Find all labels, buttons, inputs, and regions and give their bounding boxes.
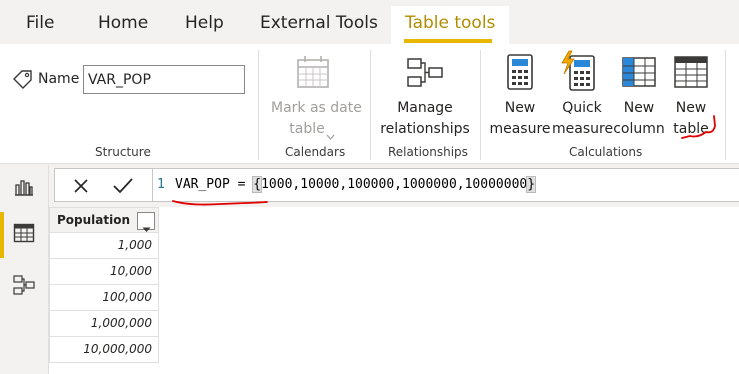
table-row[interactable]: 10,000 xyxy=(49,259,159,285)
tab-table-tools[interactable]: Table tools xyxy=(405,13,495,33)
ribbon-separator xyxy=(725,50,726,160)
quick-measure-icon xyxy=(560,50,596,96)
active-tab-underline xyxy=(404,39,492,43)
formula-table-name: VAR_POP xyxy=(175,177,230,192)
tab-file[interactable]: File xyxy=(26,13,54,33)
quick-measure-button[interactable]: Quick measure xyxy=(552,50,614,142)
calendar-icon xyxy=(295,54,331,94)
table-cell: 100,000 xyxy=(102,290,152,304)
ribbon: Name Structure Mark as date table Calend… xyxy=(0,44,739,164)
column-icon xyxy=(621,56,657,92)
mark-date-label-line1: Mark as date xyxy=(271,100,362,116)
column-header-label: Population xyxy=(57,213,131,227)
manage-relationships-label-line2: relationships xyxy=(380,121,470,137)
name-label: Name xyxy=(38,71,80,87)
table-cell: 10,000 xyxy=(110,264,152,278)
ribbon-separator xyxy=(370,50,371,160)
group-label-calendars: Calendars xyxy=(285,145,346,159)
formula-editor[interactable]: 1 VAR_POP = {1000,10000,100000,1000000,1… xyxy=(153,168,739,206)
check-icon[interactable] xyxy=(112,177,134,199)
formula-bar: 1 VAR_POP = {1000,10000,100000,1000000,1… xyxy=(49,165,739,207)
new-measure-label-line2: measure xyxy=(489,121,551,137)
table-row[interactable]: 1,000,000 xyxy=(49,311,159,337)
relationships-icon xyxy=(406,56,444,94)
new-column-label-line2: column xyxy=(613,121,665,137)
view-switcher xyxy=(0,165,49,374)
manage-relationships-button[interactable]: Manage relationships xyxy=(376,50,474,142)
group-label-calculations: Calculations xyxy=(569,145,643,159)
formula-commit-buttons xyxy=(54,168,153,202)
table-cell: 1,000 xyxy=(117,238,152,252)
table-name-input[interactable] xyxy=(83,65,245,94)
new-measure-label-line1: New xyxy=(504,100,536,116)
tab-external-tools[interactable]: External Tools xyxy=(260,13,378,33)
tab-home[interactable]: Home xyxy=(98,13,148,33)
table-row[interactable]: 10,000,000 xyxy=(49,337,159,363)
table-cell: 10,000,000 xyxy=(83,342,152,356)
manage-relationships-label-line1: Manage xyxy=(397,100,453,116)
data-view-icon[interactable] xyxy=(13,223,35,247)
column-header-population[interactable]: Population xyxy=(49,207,159,233)
group-label-structure: Structure xyxy=(95,145,151,159)
formula-text: VAR_POP = {1000,10000,100000,1000000,100… xyxy=(175,176,537,193)
report-view-icon[interactable] xyxy=(13,177,35,201)
formula-values: 1000,10000,100000,1000000,10000000 xyxy=(261,177,528,192)
quick-measure-label-line1: Quick xyxy=(562,100,602,116)
table-icon xyxy=(673,55,709,93)
calculator-icon xyxy=(506,53,534,95)
close-icon[interactable] xyxy=(73,178,89,198)
table-row[interactable]: 1,000 xyxy=(49,233,159,259)
mark-date-label-line2: table xyxy=(289,121,325,137)
table-row[interactable]: 100,000 xyxy=(49,285,159,311)
new-measure-button[interactable]: New measure xyxy=(489,50,551,142)
formula-line-number: 1 xyxy=(157,177,165,192)
formula-close-brace: } xyxy=(526,176,537,193)
formula-operator: = xyxy=(229,177,254,192)
new-column-label-line1: New xyxy=(623,100,655,116)
table-cell: 1,000,000 xyxy=(90,316,152,330)
new-column-button[interactable]: New column xyxy=(612,50,666,142)
ribbon-separator xyxy=(258,50,259,160)
formula-open-brace: { xyxy=(252,176,263,193)
data-grid: Population 1,000 10,000 100,000 1,000,00… xyxy=(49,207,739,374)
tab-help[interactable]: Help xyxy=(185,13,224,33)
chevron-down-icon xyxy=(326,126,335,145)
ribbon-separator xyxy=(480,50,481,160)
menu-bar: File Home Help External Tools Table tool… xyxy=(0,0,739,44)
active-view-indicator xyxy=(0,212,4,258)
column-filter-button[interactable] xyxy=(137,212,155,232)
mark-as-date-table-button[interactable]: Mark as date table xyxy=(266,50,362,142)
group-label-relationships: Relationships xyxy=(388,145,468,159)
model-view-icon[interactable] xyxy=(12,273,36,301)
quick-measure-label-line2: measure xyxy=(552,121,614,137)
tag-icon xyxy=(12,69,34,93)
annotation-scribble xyxy=(676,114,720,150)
